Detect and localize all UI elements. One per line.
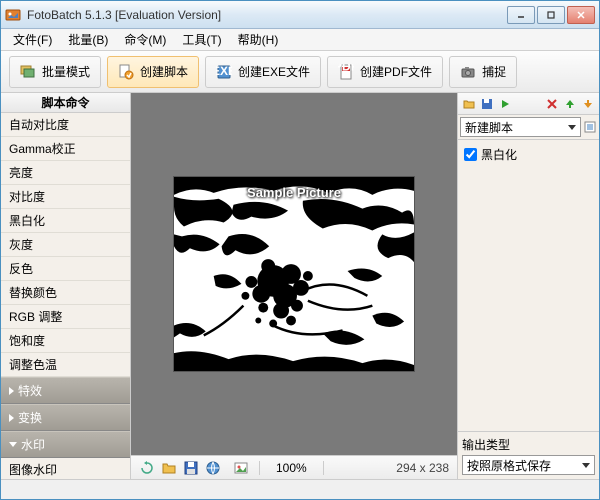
batch-mode-icon [20, 64, 36, 80]
open-script-icon[interactable] [462, 97, 476, 111]
sample-image: Sample Picture [173, 176, 415, 372]
maximize-button[interactable] [537, 6, 565, 24]
image-dimensions: 294 x 238 [396, 461, 449, 475]
window-title: FotoBatch 5.1.3 [Evaluation Version] [27, 8, 507, 22]
cmd-threshold[interactable]: 黑白化 [1, 209, 130, 233]
chevron-down-icon [9, 442, 17, 447]
statusbar [1, 479, 599, 499]
menu-command[interactable]: 命令(M) [116, 29, 174, 50]
chevron-right-icon [9, 387, 14, 395]
create-pdf-label: 创建PDF文件 [360, 63, 432, 80]
script-commands-list[interactable]: 自动对比度 Gamma校正 亮度 对比度 黑白化 灰度 反色 替换颜色 RGB … [1, 113, 130, 479]
batch-mode-label: 批量模式 [42, 63, 90, 80]
cmd-contrast[interactable]: 对比度 [1, 185, 130, 209]
step-label: 黑白化 [481, 146, 517, 163]
canvas[interactable]: Sample Picture [131, 93, 457, 455]
create-script-label: 创建脚本 [140, 63, 188, 80]
output-type-label: 输出类型 [462, 436, 595, 453]
svg-text:PDF: PDF [338, 64, 354, 74]
zoom-level[interactable]: 100% [259, 461, 324, 475]
close-button[interactable] [567, 6, 595, 24]
save-script-icon[interactable] [480, 97, 494, 111]
globe-icon[interactable] [205, 460, 221, 476]
sample-label: Sample Picture [247, 185, 341, 200]
create-pdf-button[interactable]: PDF 创建PDF文件 [327, 56, 443, 88]
menu-tools[interactable]: 工具(T) [174, 29, 229, 50]
right-panel: 新建脚本 黑白化 输出类型 按照原格式保存 [457, 93, 599, 479]
cmd-rgb-adjust[interactable]: RGB 调整 [1, 305, 130, 329]
capture-label: 捕捉 [482, 63, 506, 80]
minimize-button[interactable] [507, 6, 535, 24]
category-watermark[interactable]: 水印 [1, 431, 130, 458]
cmd-image-watermark[interactable]: 图像水印 [1, 458, 130, 479]
save-icon[interactable] [183, 460, 199, 476]
image-icon[interactable] [233, 460, 249, 476]
category-effects[interactable]: 特效 [1, 377, 130, 404]
cmd-replace-color[interactable]: 替换颜色 [1, 281, 130, 305]
create-pdf-icon: PDF [338, 64, 354, 80]
step-enabled-checkbox[interactable] [464, 148, 477, 161]
script-properties-icon[interactable] [583, 120, 597, 134]
menubar: 文件(F) 批量(B) 命令(M) 工具(T) 帮助(H) [1, 29, 599, 51]
script-steps-list[interactable]: 黑白化 [458, 140, 599, 431]
svg-text:EXE: EXE [216, 64, 232, 78]
cmd-gamma[interactable]: Gamma校正 [1, 137, 130, 161]
cmd-brightness[interactable]: 亮度 [1, 161, 130, 185]
run-script-icon[interactable] [498, 97, 512, 111]
script-commands-header: 脚本命令 [1, 93, 130, 113]
create-script-icon [118, 64, 134, 80]
create-exe-label: 创建EXE文件 [238, 63, 310, 80]
main-toolbar: 批量模式 创建脚本 EXE 创建EXE文件 PDF 创建PDF文件 捕捉 [1, 51, 599, 93]
left-panel: 脚本命令 自动对比度 Gamma校正 亮度 对比度 黑白化 灰度 反色 替换颜色… [1, 93, 131, 479]
refresh-icon[interactable] [139, 460, 155, 476]
chevron-right-icon [9, 414, 14, 422]
create-script-button[interactable]: 创建脚本 [107, 56, 199, 88]
cmd-auto-contrast[interactable]: 自动对比度 [1, 113, 130, 137]
move-up-icon[interactable] [563, 97, 577, 111]
menu-help[interactable]: 帮助(H) [230, 29, 287, 50]
output-type-combo[interactable]: 按照原格式保存 [462, 455, 595, 475]
script-step[interactable]: 黑白化 [462, 144, 595, 165]
script-toolbar [458, 93, 599, 115]
preview-statusbar: 100% 294 x 238 [131, 455, 457, 479]
cmd-grayscale[interactable]: 灰度 [1, 233, 130, 257]
app-icon [5, 7, 21, 23]
capture-button[interactable]: 捕捉 [449, 56, 517, 88]
cmd-invert[interactable]: 反色 [1, 257, 130, 281]
capture-icon [460, 64, 476, 80]
cmd-color-temp[interactable]: 调整色温 [1, 353, 130, 377]
create-exe-button[interactable]: EXE 创建EXE文件 [205, 56, 321, 88]
menu-file[interactable]: 文件(F) [5, 29, 60, 50]
menu-batch[interactable]: 批量(B) [60, 29, 116, 50]
preview-area: Sample Picture [131, 93, 457, 479]
cmd-saturation[interactable]: 饱和度 [1, 329, 130, 353]
titlebar: FotoBatch 5.1.3 [Evaluation Version] [1, 1, 599, 29]
script-name-combo[interactable]: 新建脚本 [460, 117, 581, 137]
open-icon[interactable] [161, 460, 177, 476]
move-down-icon[interactable] [581, 97, 595, 111]
delete-step-icon[interactable] [545, 97, 559, 111]
category-transform[interactable]: 变换 [1, 404, 130, 431]
create-exe-icon: EXE [216, 64, 232, 80]
batch-mode-button[interactable]: 批量模式 [9, 56, 101, 88]
